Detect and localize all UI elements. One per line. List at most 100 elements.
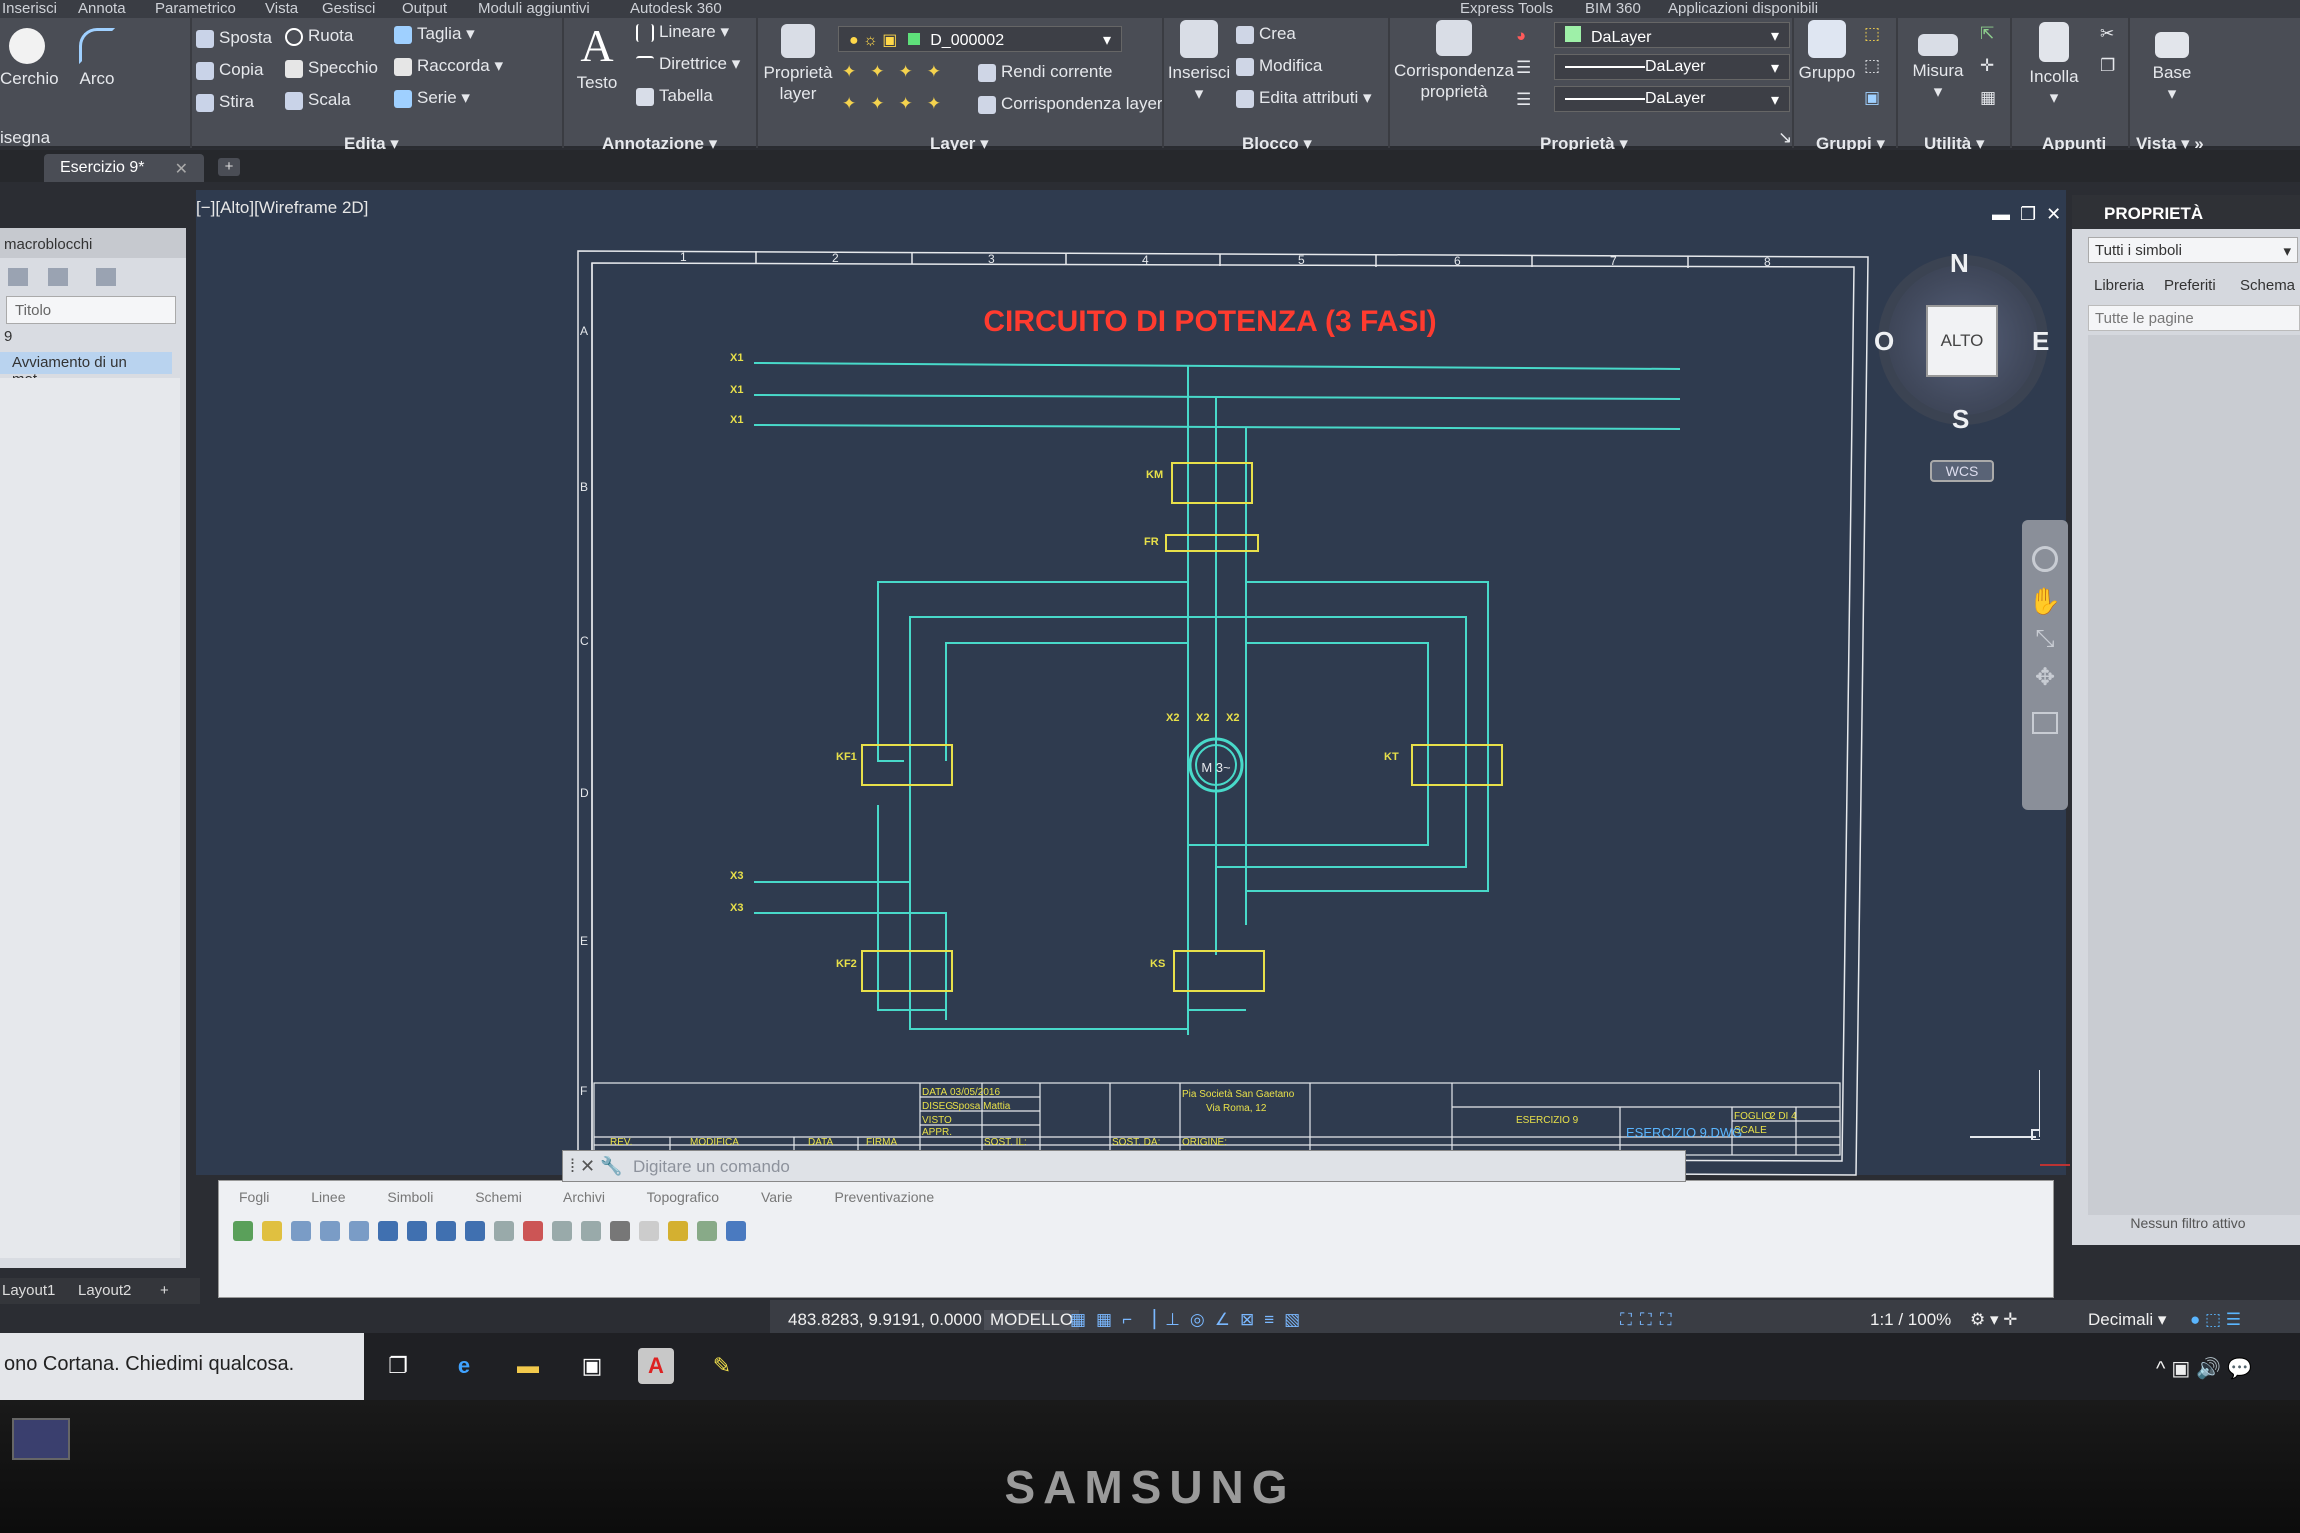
model-space-button[interactable]: MODELLO <box>984 1310 1080 1330</box>
linetype-icon[interactable]: ☰ <box>1516 58 1531 78</box>
save-icon[interactable] <box>8 268 28 286</box>
viewcube-top-face[interactable]: ALTO <box>1926 305 1998 377</box>
edge-icon[interactable]: e <box>446 1348 482 1384</box>
pan-icon[interactable]: ✋ <box>2022 586 2068 617</box>
close-icon[interactable]: ✕ <box>2046 204 2071 224</box>
add-layout-button[interactable]: + <box>160 1282 169 1299</box>
palette-tool-icon[interactable] <box>523 1221 543 1241</box>
base-view-button[interactable]: Base ▾ <box>2140 32 2204 104</box>
cortana-search-box[interactable]: ono Cortana. Chiedimi qualcosa. <box>0 1333 364 1400</box>
menu-moduli[interactable]: Moduli aggiuntivi <box>478 0 590 17</box>
showmotion-icon[interactable] <box>2032 712 2058 734</box>
table-button[interactable]: Tabella <box>636 86 713 106</box>
redo-icon[interactable] <box>465 1221 485 1241</box>
lineweight-icon[interactable]: ☰ <box>1516 90 1531 110</box>
navigation-bar[interactable]: ✋ ⤡ ✥ <box>2022 520 2068 810</box>
palette-tool-icon[interactable] <box>581 1221 601 1241</box>
autocad-taskbar-icon[interactable]: A <box>638 1348 674 1384</box>
palette-tool-icon[interactable] <box>668 1221 688 1241</box>
minimize-icon[interactable]: ▬ <box>1992 204 2020 224</box>
match-layer-button[interactable]: Corrispondenza layer <box>978 94 1163 114</box>
layer-dropdown[interactable]: ● ☼ ▣ D_000002 ▾ <box>838 26 1122 52</box>
isolate-icon[interactable]: ● ⬚ ☰ <box>2190 1310 2241 1330</box>
properties-expand-icon[interactable]: ↘ <box>1778 128 1792 148</box>
palette-tab-schemi[interactable]: Schemi <box>475 1189 522 1205</box>
palette-tool-icon[interactable] <box>494 1221 514 1241</box>
palette-tool-icon[interactable] <box>639 1221 659 1241</box>
grid-icon[interactable] <box>48 268 68 286</box>
palette-tool-icon[interactable] <box>320 1221 340 1241</box>
file-explorer-icon[interactable]: ▬ <box>510 1348 546 1384</box>
stretch-button[interactable]: Stira <box>196 92 254 112</box>
ungroup-icon[interactable]: ⬚ <box>1864 24 1880 44</box>
palette-tool-icon[interactable] <box>262 1221 282 1241</box>
tab-schema[interactable]: Schema <box>2240 277 2295 294</box>
palette-tool-icon[interactable] <box>610 1221 630 1241</box>
store-icon[interactable]: ▣ <box>574 1348 610 1384</box>
text-button[interactable]: A Testo <box>570 20 624 93</box>
menu-parametrico[interactable]: Parametrico <box>155 0 236 17</box>
rotate-button[interactable]: Ruota <box>285 26 353 46</box>
make-current-button[interactable]: Rendi corrente <box>978 62 1113 82</box>
task-view-icon[interactable]: ❐ <box>380 1348 416 1384</box>
palette-tool-icon[interactable] <box>697 1221 717 1241</box>
trim-button[interactable]: Taglia ▾ <box>394 24 475 44</box>
calculator-icon[interactable]: ▦ <box>1980 88 1996 108</box>
orbit-icon[interactable]: ✥ <box>2022 663 2068 692</box>
lineweight-dropdown[interactable]: DaLayer ▾ <box>1554 86 1790 112</box>
palette-tab-preventivazione[interactable]: Preventivazione <box>835 1189 935 1205</box>
leader-button[interactable]: Direttrice ▾ <box>636 54 740 74</box>
measure-button[interactable]: Misura ▾ <box>1902 24 1974 102</box>
undo-icon[interactable] <box>436 1221 456 1241</box>
menu-inserisci[interactable]: Inserisci <box>2 0 57 17</box>
palette-tab-linee[interactable]: Linee <box>311 1189 345 1205</box>
palette-tab-simboli[interactable]: Simboli <box>387 1189 433 1205</box>
insert-block-button[interactable]: Inserisci ▾ <box>1166 20 1232 104</box>
fillet-button[interactable]: Raccorda ▾ <box>394 56 503 76</box>
ucs-menu[interactable]: WCS <box>1930 460 1994 482</box>
edit-attributes-button[interactable]: Edita attributi ▾ <box>1236 88 1372 108</box>
mirror-button[interactable]: Specchio <box>285 58 378 78</box>
copy-clip-icon[interactable]: ❐ <box>2100 56 2115 76</box>
units-dropdown[interactable]: Decimali ▾ <box>2088 1310 2166 1330</box>
palette-tab-archivi[interactable]: Archivi <box>563 1189 605 1205</box>
cut-icon[interactable]: ✂ <box>2100 24 2114 44</box>
block-list-item[interactable]: Avviamento di un mot... <box>0 352 172 388</box>
help-icon[interactable] <box>726 1221 746 1241</box>
palette-tool-icon[interactable] <box>291 1221 311 1241</box>
scale-button[interactable]: Scala <box>285 90 351 110</box>
palette-tool-icon[interactable] <box>552 1221 572 1241</box>
command-line-controls[interactable]: ⁞ ✕ 🔧 <box>570 1156 623 1177</box>
copy-button[interactable]: Copia <box>196 60 263 80</box>
linetype-dropdown[interactable]: DaLayer ▾ <box>1554 54 1790 80</box>
menu-apps[interactable]: Applicazioni disponibili <box>1668 0 1818 17</box>
edit-block-button[interactable]: Modifica <box>1236 56 1322 76</box>
array-button[interactable]: Serie ▾ <box>394 88 470 108</box>
color-wheel-icon[interactable]: ◕ <box>1516 26 1526 46</box>
match-properties-button[interactable]: Corrispondenza proprietà <box>1394 20 1514 102</box>
menu-express[interactable]: Express Tools <box>1460 0 1553 17</box>
compass-south[interactable]: S <box>1952 404 1969 435</box>
tab-layout2[interactable]: Layout2 <box>78 1282 131 1299</box>
notes-icon[interactable]: ✎ <box>704 1348 740 1384</box>
copy-icon[interactable] <box>96 268 116 286</box>
linear-dim-button[interactable]: Lineare ▾ <box>636 22 729 42</box>
file-tab-esercizio9[interactable]: Esercizio 9* ✕ <box>44 154 204 182</box>
layer-properties-button[interactable]: Proprietà layer <box>762 24 834 104</box>
title-filter[interactable]: Titolo <box>6 296 176 324</box>
tab-preferiti[interactable]: Preferiti <box>2164 277 2216 294</box>
quick-select-icon[interactable]: ⇱ <box>1980 24 1994 44</box>
compass-north[interactable]: N <box>1950 248 1969 279</box>
restore-icon[interactable]: ❐ <box>2020 204 2046 224</box>
arc-button[interactable]: Arco <box>70 28 124 89</box>
paste-button[interactable]: Incolla ▾ <box>2016 22 2092 108</box>
new-tab-button[interactable]: + <box>218 158 240 176</box>
group-button[interactable]: Gruppo <box>1796 20 1858 83</box>
viewport-window-controls[interactable]: ▬❐✕ <box>1992 204 2071 225</box>
palette-tab-varie[interactable]: Varie <box>761 1189 793 1205</box>
drafting-toggles[interactable]: ▦▦⌐▕⊥◎∠⊠≡▧ <box>1070 1310 1310 1330</box>
close-icon[interactable]: ✕ <box>175 159 188 179</box>
viewport-label[interactable]: [−][Alto][Wireframe 2D] <box>196 198 368 218</box>
menu-vista[interactable]: Vista <box>265 0 298 17</box>
zoom-icon[interactable]: ⤡ <box>2022 625 2068 653</box>
